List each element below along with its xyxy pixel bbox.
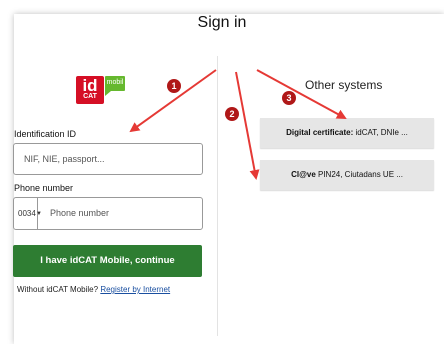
annotation-badge-1: 1 [167,79,181,93]
arrow-to-certificate [256,69,347,119]
annotation-badge-3: 3 [282,91,296,105]
arrow-to-clave [235,71,260,180]
annotation-badge-2: 2 [225,107,239,121]
annotation-arrows [129,69,347,180]
